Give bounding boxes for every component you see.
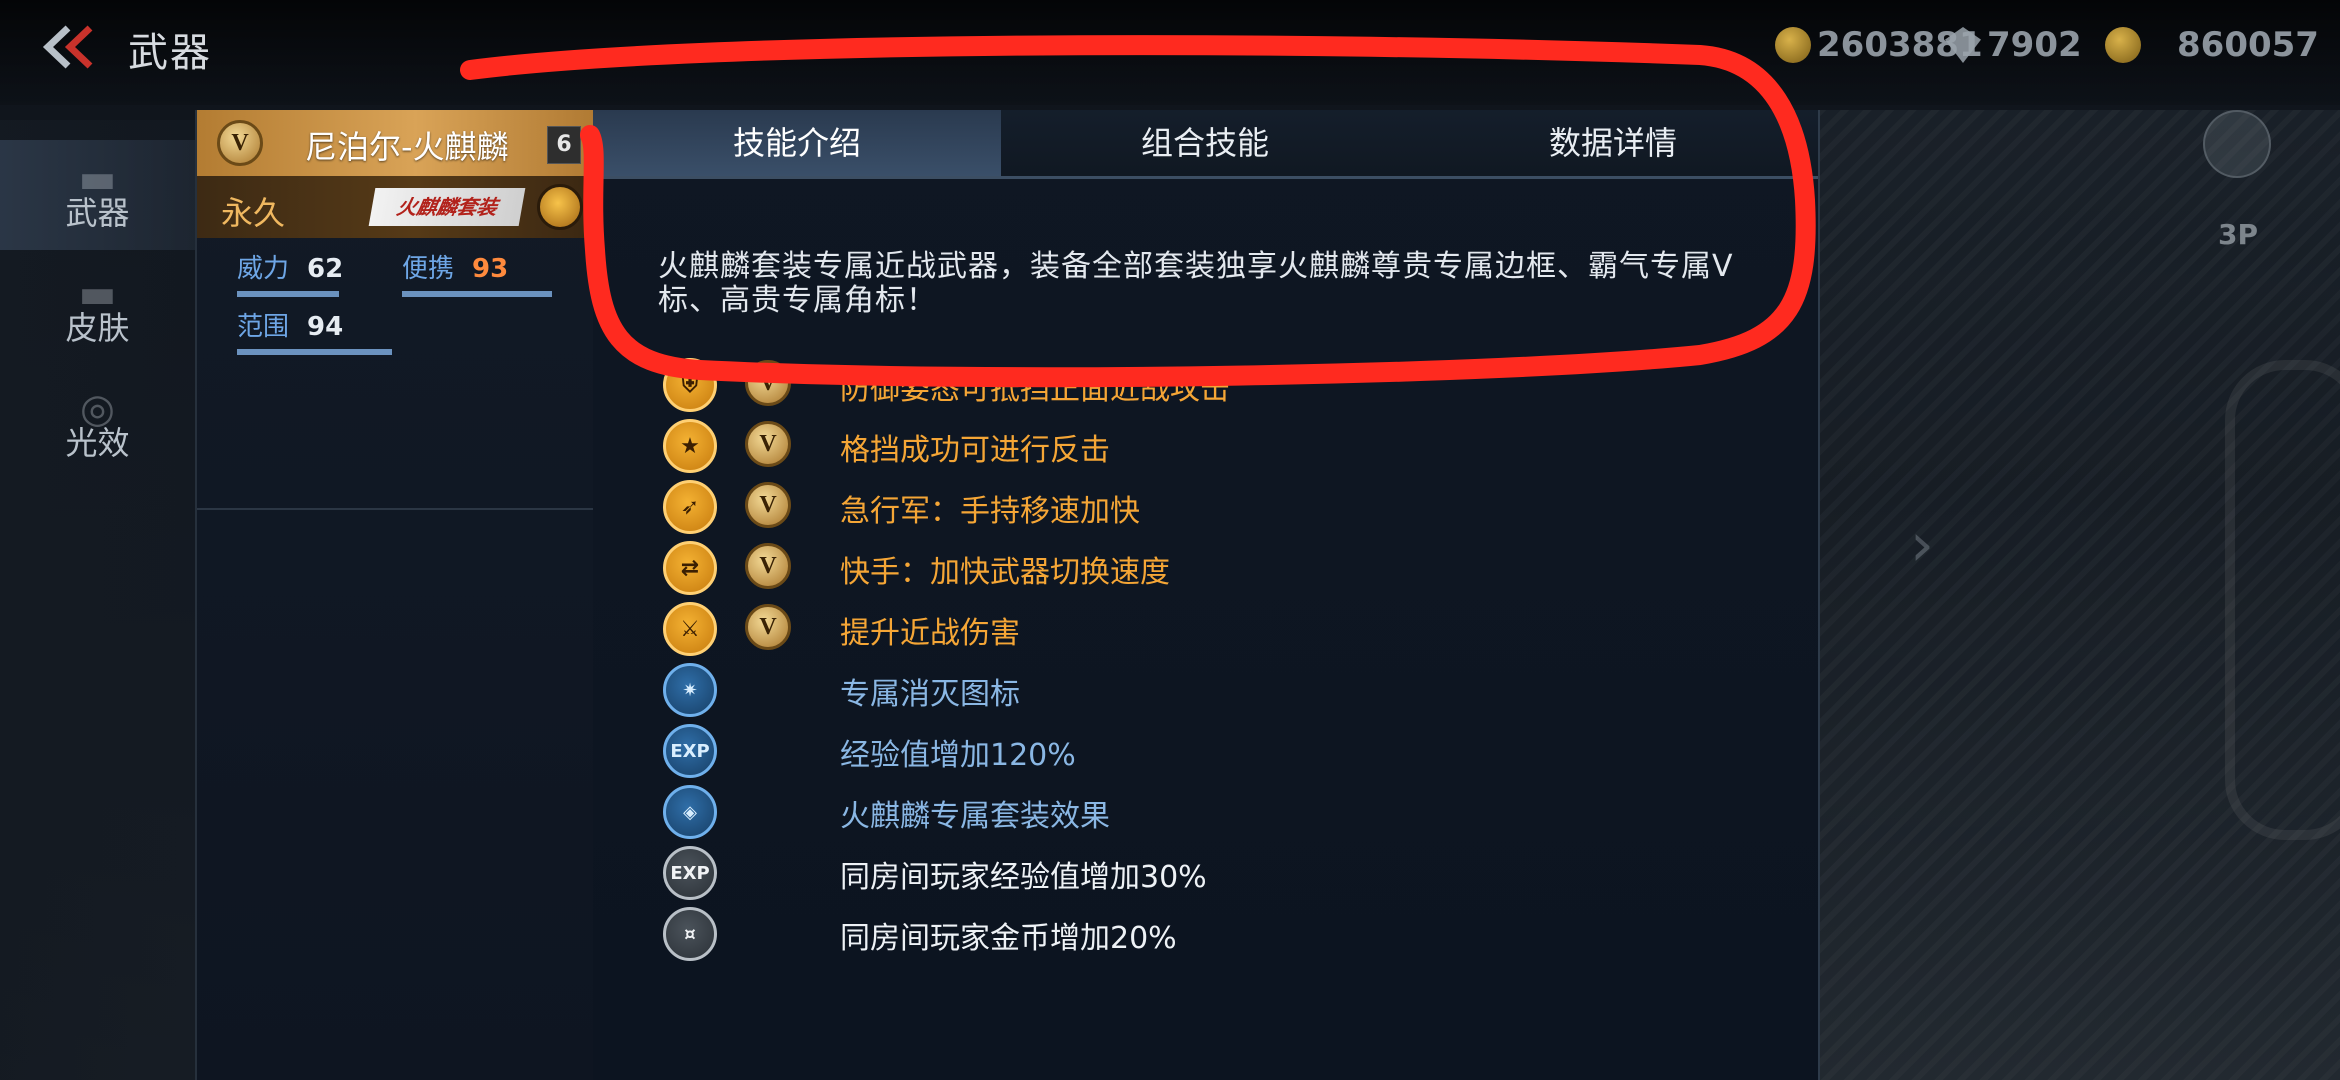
skill-text: 防御姿态可抵挡正面近战攻击 [840,372,1230,407]
divider [197,508,595,510]
melee-attack-icon: ⚔ [663,602,717,656]
diamond-currency: 7902 [1945,20,2082,70]
skill-text: 火麒麟专属套装效果 [840,799,1110,834]
nav-item-weapon[interactable]: ▬ 武器 [0,140,195,250]
coupon-icon [2105,27,2141,63]
skill-text: 快手：加快武器切换速度 [840,555,1170,590]
skill-row: ◈ 火麒麟专属套装效果 [663,785,1563,841]
suit-tag: 火麒麟套装 [368,188,526,226]
tab-combo-skills[interactable]: 组合技能 [1001,110,1409,176]
skill-row: ¤ 同房间玩家金币增加20% [663,907,1563,963]
vip-badge-icon: V [745,360,791,406]
stat-range: 范围 94 [237,306,392,355]
stat-value: 93 [472,254,509,284]
skill-row: ⚔ V 提升近战伤害 [663,602,1563,658]
coupon-currency: 860057 [2105,20,2319,70]
kill-icon: ✷ [663,663,717,717]
exp-plus-icon: EXP [663,724,717,778]
vip-badge-icon: V [217,120,263,166]
skill-row: ✷ 专属消灭图标 [663,663,1563,719]
skill-text: 专属消灭图标 [840,677,1020,712]
nav-item-label: 武器 [65,194,130,232]
nav-item-label: 皮肤 [65,309,130,347]
diamond-amount: 7902 [1987,25,2082,65]
chevron-right-icon: › [1910,510,1934,580]
tab-skill-intro[interactable]: 技能介绍 [593,110,1001,176]
gold-coin-icon [1775,27,1811,63]
target-ring-decoration [2225,360,2340,840]
vip-badge-icon: V [745,604,791,650]
skill-row: ➶ V 急行军：手持移速加快 [663,480,1563,536]
skill-text: 同房间玩家金币增加20% [840,921,1177,956]
skill-text: 经验值增加120% [840,738,1076,773]
skill-detail-panel: 技能介绍 组合技能 数据详情 火麒麟套装专属近战武器，装备全部套装独享火麒麟尊贵… [593,110,1820,1080]
page-title: 武器 [128,30,212,76]
stat-name: 威力 [237,254,290,284]
stat-bar [237,291,339,297]
tab-bar: 技能介绍 组合技能 数据详情 [593,110,1818,179]
weapon-level: 6 [547,126,581,164]
stat-portability: 便携 93 [402,248,552,297]
team-coin-icon: ¤ [663,907,717,961]
weapon-duration: 永久 [221,194,286,232]
back-icon[interactable] [38,22,98,72]
skill-row: ⛨ V 防御姿态可抵挡正面近战攻击 [663,358,1563,414]
dpad-icon[interactable] [2203,110,2271,178]
star-icon: ★ [663,419,717,473]
stat-value: 94 [307,312,344,342]
team-exp-icon: EXP [663,846,717,900]
skill-text: 同房间玩家经验值增加30% [840,860,1207,895]
stat-power: 威力 62 [237,248,344,297]
stat-name: 范围 [237,312,290,342]
suit-coin-icon [537,184,583,230]
vip-badge-icon: V [745,482,791,528]
skill-description: 火麒麟套装专属近战武器，装备全部套装独享火麒麟尊贵专属边框、霸气专属V标、高贵专… [658,249,1734,318]
vip-badge-icon: V [745,421,791,467]
suit-effect-icon: ◈ [663,785,717,839]
skill-text: 急行军：手持移速加快 [840,494,1140,529]
weapon-name: 尼泊尔-火麒麟 [305,128,509,166]
view-mode-label[interactable]: 3P [2218,218,2258,251]
stat-name: 便携 [402,254,455,284]
weapon-swap-icon: ⇄ [663,541,717,595]
weapon-header: V 尼泊尔-火麒麟 6 [197,110,595,176]
stat-bar [237,349,392,355]
nav-item-glow[interactable]: ◎ 光效 [0,370,195,480]
stat-value: 62 [307,254,344,284]
diamond-icon [1945,27,1981,63]
left-nav: ▬ 武器 ▬ 皮肤 ◎ 光效 [0,120,195,1080]
coupon-amount: 860057 [2177,25,2319,65]
weapon-duration-row: 永久 火麒麟套装 [197,176,595,238]
nav-item-label: 光效 [65,424,130,462]
weapon-info-panel: V 尼泊尔-火麒麟 6 永久 火麒麟套装 威力 62 便携 93 范围 94 [195,110,597,1080]
vip-badge-icon: V [745,543,791,589]
skill-row: ⇄ V 快手：加快武器切换速度 [663,541,1563,597]
tab-data-details[interactable]: 数据详情 [1409,110,1817,176]
shield-icon: ⛨ [663,358,717,412]
skill-text: 格挡成功可进行反击 [840,433,1110,468]
skill-row: EXP 经验值增加120% [663,724,1563,780]
skill-row: EXP 同房间玩家经验值增加30% [663,846,1563,902]
running-man-icon: ➶ [663,480,717,534]
nav-item-skin[interactable]: ▬ 皮肤 [0,255,195,365]
skill-text: 提升近战伤害 [840,616,1020,651]
stat-bar [402,291,552,297]
top-bar: 武器 2603881 7902 860057 [0,0,2340,105]
skill-row: ★ V 格挡成功可进行反击 [663,419,1563,475]
